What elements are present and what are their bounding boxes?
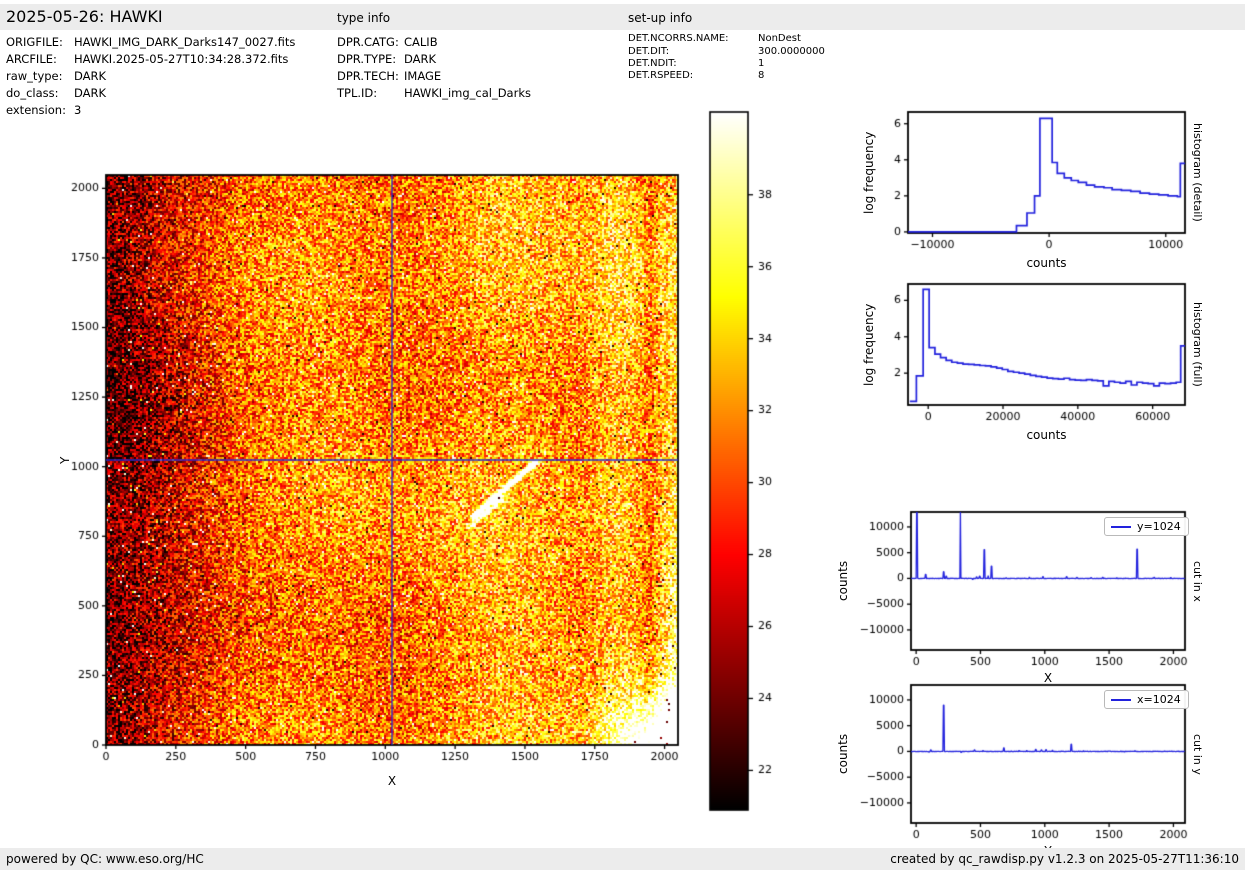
setup-info-label: DET.DIT: [628, 46, 669, 57]
cut-in-x-legend-label: y=1024 [1137, 520, 1181, 533]
setup-info-label: DET.NCORRS.NAME: [628, 33, 729, 44]
type-info-value: IMAGE [404, 69, 441, 83]
file-info-value: HAWKI_IMG_DARK_Darks147_0027.fits [74, 35, 295, 49]
type-info-value: CALIB [404, 35, 438, 49]
file-info-value: 3 [74, 103, 81, 117]
file-info-value: DARK [74, 69, 106, 83]
histogram-full-yaxis-label: log frequency [862, 284, 876, 405]
setup-info-value: NonDest [758, 33, 801, 44]
cut-in-x-xaxis-label: X [911, 671, 1185, 685]
setup-info-value: 1 [758, 58, 764, 69]
type-info-label: TPL.ID: [337, 86, 377, 100]
footer-created-by: created by qc_rawdisp.py v1.2.3 on 2025-… [890, 852, 1239, 866]
cut-in-y-yaxis-label: counts [836, 685, 850, 823]
type-info-value: DARK [404, 52, 436, 66]
cut-in-x-side-label: cut in x [1191, 512, 1204, 650]
file-info-label: ORIGFILE: [6, 35, 63, 49]
type-info-label: DPR.TYPE: [337, 52, 396, 66]
dark-frame-heatmap-canvas [58, 158, 703, 823]
colorbar-canvas [702, 103, 794, 819]
type-info-label: DPR.TECH: [337, 69, 399, 83]
histogram-detail-canvas [858, 103, 1208, 258]
type-info-value: HAWKI_img_cal_Darks [404, 86, 531, 100]
file-info-label: ARCFILE: [6, 52, 57, 66]
cut-in-y-legend: x=1024 [1104, 690, 1189, 709]
setup-info-label: DET.RSPEED: [628, 70, 693, 81]
legend-line-sample [1111, 526, 1131, 528]
file-info-value: DARK [74, 86, 106, 100]
histogram-full-xaxis-label: counts [908, 428, 1185, 442]
main-xaxis-label: X [106, 774, 678, 788]
main-yaxis-label: Y [58, 175, 72, 745]
cut-in-y-side-label: cut in y [1191, 685, 1204, 823]
file-info-label: do_class: [6, 86, 59, 100]
type-info-label: DPR.CATG: [337, 35, 399, 49]
type-info-title: type info [337, 11, 390, 25]
setup-info-title: set-up info [628, 11, 692, 25]
file-info-label: raw_type: [6, 69, 63, 83]
histogram-detail-side-label: histogram (detail) [1191, 112, 1204, 233]
cut-in-x-yaxis-label: counts [836, 512, 850, 650]
page-title: 2025-05-26: HAWKI [6, 7, 163, 26]
histogram-detail-yaxis-label: log frequency [862, 112, 876, 233]
header-bar [0, 4, 1245, 30]
setup-info-value: 8 [758, 70, 764, 81]
file-info-label: extension: [6, 103, 66, 117]
footer-powered-by: powered by QC: www.eso.org/HC [6, 852, 204, 866]
histogram-full-side-label: histogram (full) [1191, 284, 1204, 405]
setup-info-value: 300.0000000 [758, 46, 825, 57]
file-info-value: HAWKI.2025-05-27T10:34:28.372.fits [74, 52, 288, 66]
cut-in-x-legend: y=1024 [1104, 517, 1189, 536]
histogram-full-canvas [858, 275, 1208, 430]
qc-report-page: 2025-05-26: HAWKI type info set-up info … [0, 0, 1245, 870]
histogram-detail-xaxis-label: counts [908, 256, 1185, 270]
cut-in-y-legend-label: x=1024 [1137, 693, 1181, 706]
setup-info-label: DET.NDIT: [628, 58, 677, 69]
legend-line-sample [1111, 699, 1131, 701]
